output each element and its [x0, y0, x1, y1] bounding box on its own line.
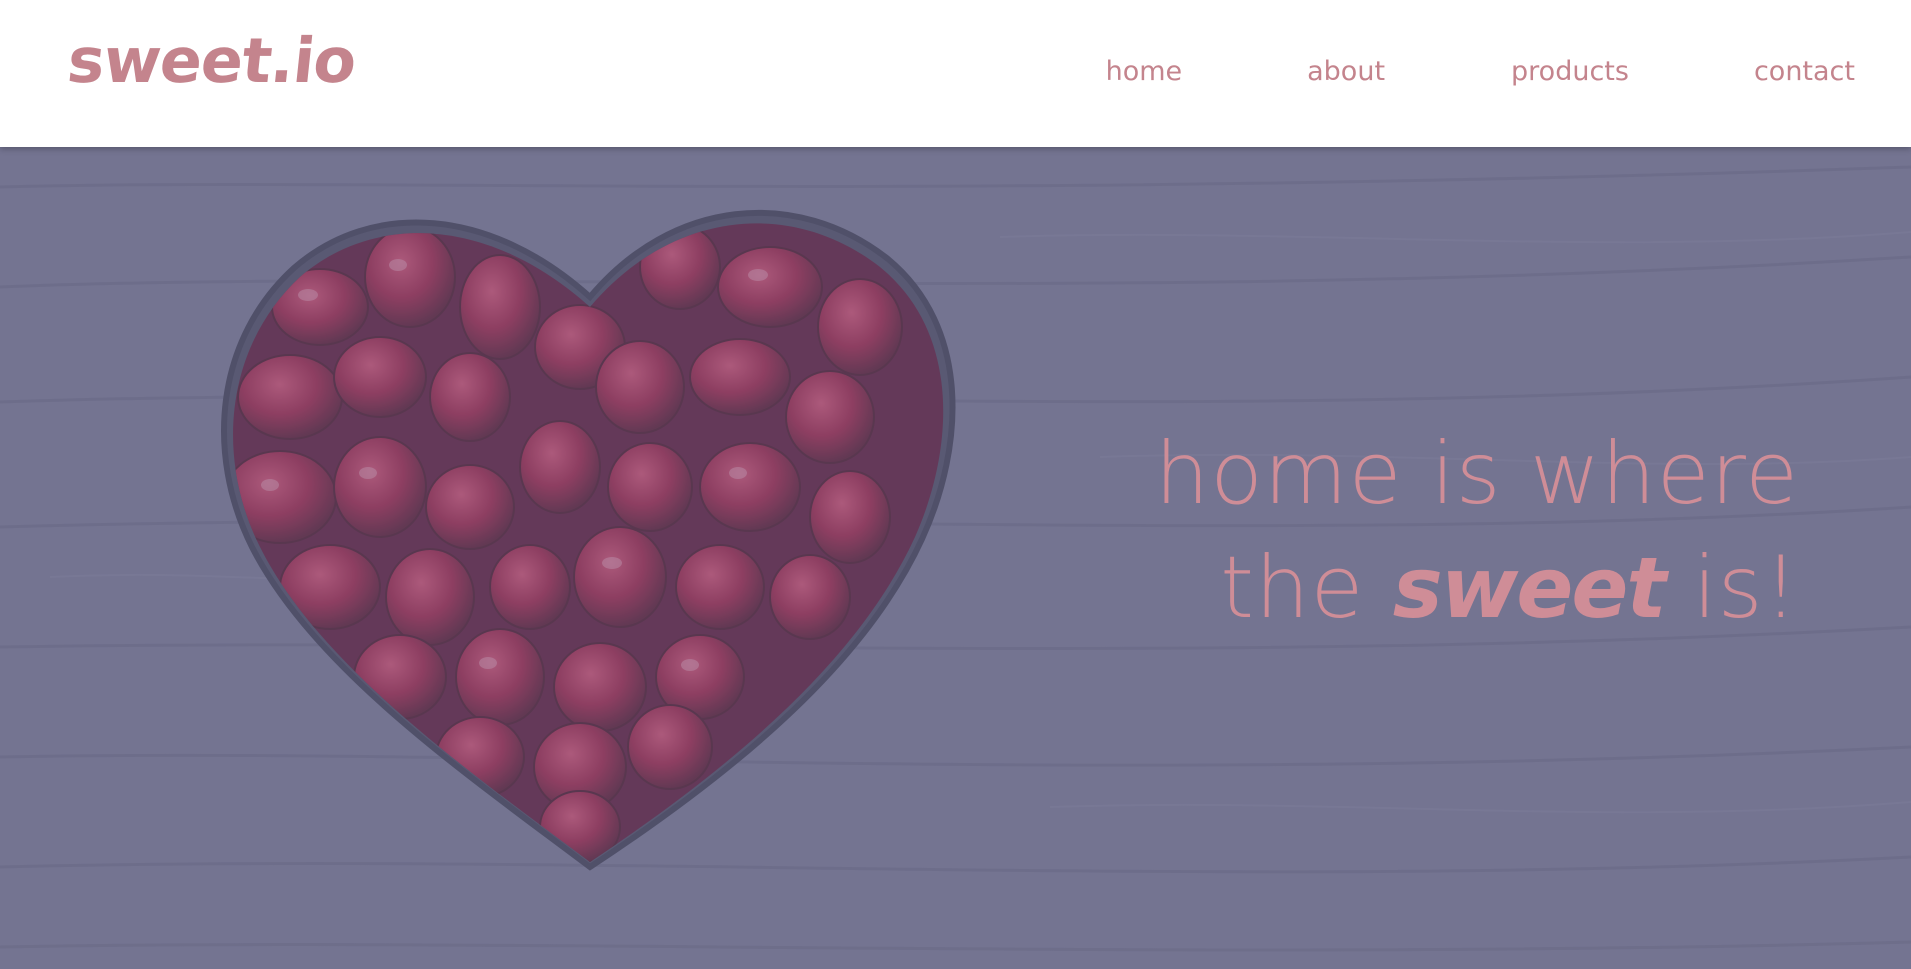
- hero-section: home is where the sweet is!: [0, 147, 1911, 969]
- hero-accent-word: sweet: [1392, 539, 1667, 637]
- hero-line-1: home is where: [1154, 424, 1799, 524]
- site-header: sweet.io home about products contact: [0, 0, 1911, 147]
- nav-link-products[interactable]: products: [1511, 55, 1629, 89]
- logo[interactable]: sweet.io: [64, 24, 359, 97]
- hero-line-2-suffix: is!: [1664, 538, 1799, 638]
- hero-line-2: the sweet is!: [1155, 531, 1799, 645]
- hero-headline: home is where the sweet is!: [1155, 417, 1799, 645]
- nav-link-home[interactable]: home: [1106, 55, 1183, 89]
- nav-link-contact[interactable]: contact: [1754, 55, 1855, 89]
- hero-line-2-prefix: the: [1220, 538, 1393, 638]
- main-nav: home about products contact: [1106, 55, 1855, 89]
- nav-link-about[interactable]: about: [1307, 55, 1385, 89]
